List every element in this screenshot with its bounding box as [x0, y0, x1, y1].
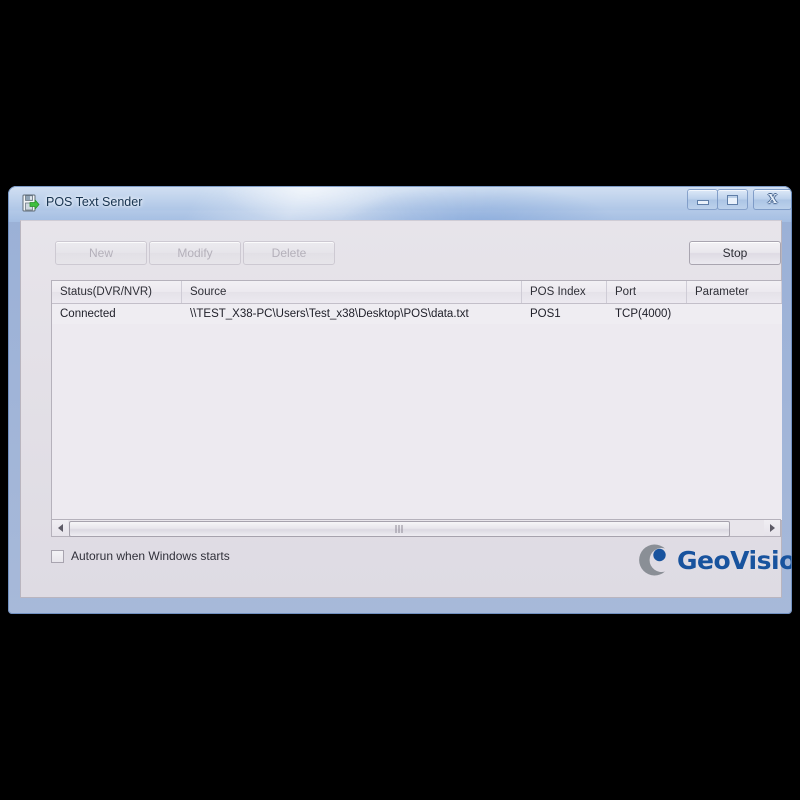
cell-source: \\TEST_X38-PC\Users\Test_x38\Desktop\POS… — [190, 308, 469, 320]
modify-button[interactable]: Modify — [149, 241, 241, 265]
scrollbar-thumb[interactable] — [69, 521, 730, 537]
screenshot-canvas: POS Text Sender X New Modify Delete Stop — [0, 0, 800, 800]
application-window: POS Text Sender X New Modify Delete Stop — [8, 186, 792, 614]
geovision-logo: GeoVision — [634, 539, 792, 581]
connection-list[interactable]: Status(DVR/NVR) Source POS Index Port Pa… — [51, 280, 782, 521]
maximize-icon — [718, 190, 747, 209]
geovision-logo-mark-icon — [634, 541, 672, 579]
chevron-right-icon — [769, 524, 775, 532]
cell-pos-index: POS1 — [530, 308, 561, 320]
window-title: POS Text Sender — [46, 195, 143, 209]
scrollbar-grip-icon — [395, 525, 404, 533]
autorun-checkbox-row[interactable]: Autorun when Windows starts — [51, 549, 230, 563]
new-button[interactable]: New — [55, 241, 147, 265]
scroll-right-arrow-button[interactable] — [764, 520, 780, 536]
autorun-label: Autorun when Windows starts — [71, 549, 230, 563]
scroll-left-arrow-button[interactable] — [52, 520, 68, 536]
save-export-green-icon — [22, 194, 40, 212]
client-background: New Modify Delete Stop Status(DVR/NVR) S… — [21, 221, 792, 597]
close-button[interactable]: X — [753, 189, 792, 210]
column-header-status[interactable]: Status(DVR/NVR) — [52, 281, 182, 303]
maximize-button[interactable] — [717, 189, 748, 210]
cell-status: Connected — [60, 308, 116, 320]
minimize-button[interactable] — [687, 189, 718, 210]
stop-button[interactable]: Stop — [689, 241, 781, 265]
autorun-checkbox[interactable] — [51, 549, 64, 563]
close-icon: X — [767, 191, 778, 207]
list-header-row: Status(DVR/NVR) Source POS Index Port Pa… — [52, 281, 782, 304]
title-bar[interactable]: POS Text Sender X — [8, 186, 792, 220]
horizontal-scrollbar[interactable] — [51, 519, 781, 537]
geovision-wordmark: GeoVision — [677, 545, 792, 575]
list-body: Connected \\TEST_X38-PC\Users\Test_x38\D… — [52, 304, 782, 520]
chevron-left-icon — [57, 524, 63, 532]
table-row[interactable]: Connected \\TEST_X38-PC\Users\Test_x38\D… — [52, 304, 782, 324]
client-area: New Modify Delete Stop Status(DVR/NVR) S… — [20, 220, 792, 598]
column-header-port[interactable]: Port — [607, 281, 687, 303]
column-header-parameter[interactable]: Parameter — [687, 281, 782, 303]
delete-button[interactable]: Delete — [243, 241, 335, 265]
column-header-source[interactable]: Source — [182, 281, 522, 303]
cell-parameter — [687, 304, 782, 324]
minimize-icon — [688, 190, 717, 209]
column-header-pos-index[interactable]: POS Index — [522, 281, 607, 303]
cell-port: TCP(4000) — [615, 308, 672, 320]
